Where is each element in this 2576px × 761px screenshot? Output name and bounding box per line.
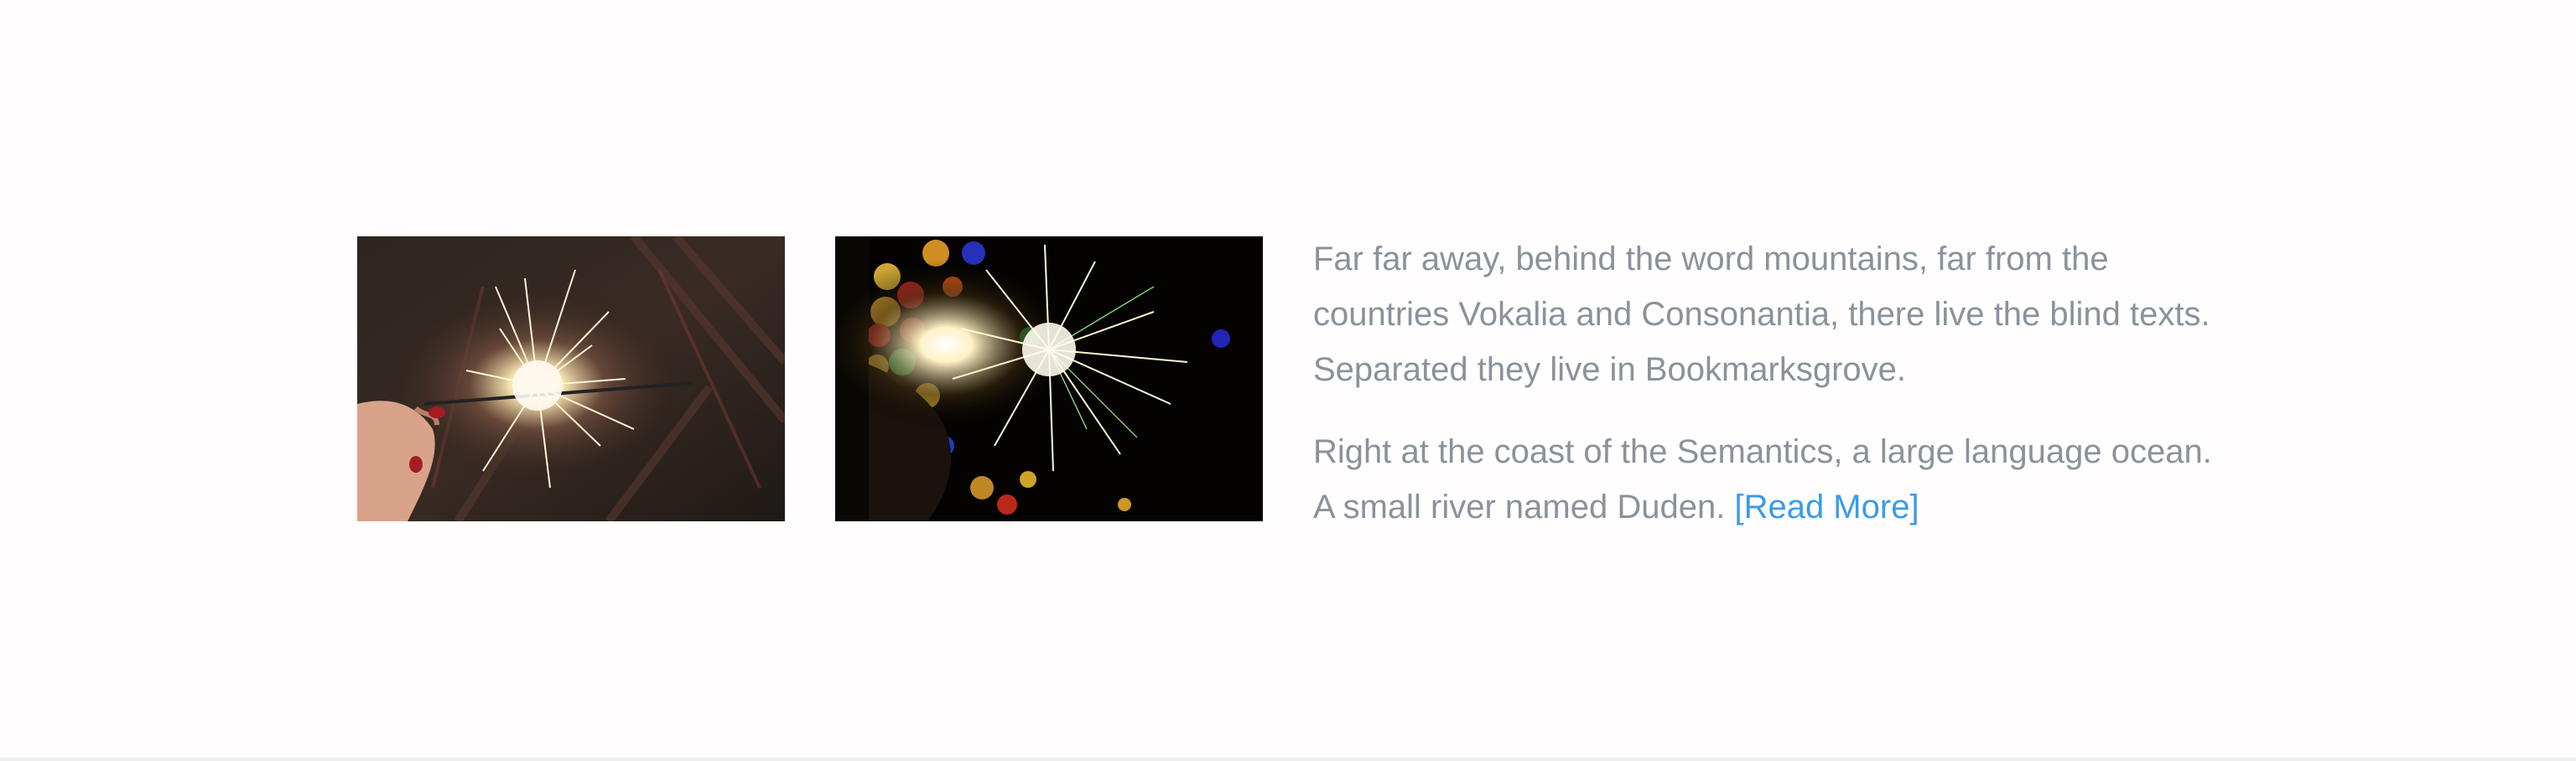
content-section: Far far away, behind the word mountains,…	[0, 0, 2576, 761]
sparkler-hand-image	[357, 236, 785, 521]
paragraph-1: Far far away, behind the word mountains,…	[1313, 241, 2210, 388]
paragraph-2: Right at the coast of the Semantics, a l…	[1313, 424, 2219, 535]
intro-text: Far far away, behind the word mountains,…	[1313, 231, 2219, 562]
section-divider	[0, 758, 2576, 761]
sparkler-bokeh-image	[835, 236, 1263, 521]
read-more-link[interactable]: [Read More]	[1734, 489, 1919, 525]
